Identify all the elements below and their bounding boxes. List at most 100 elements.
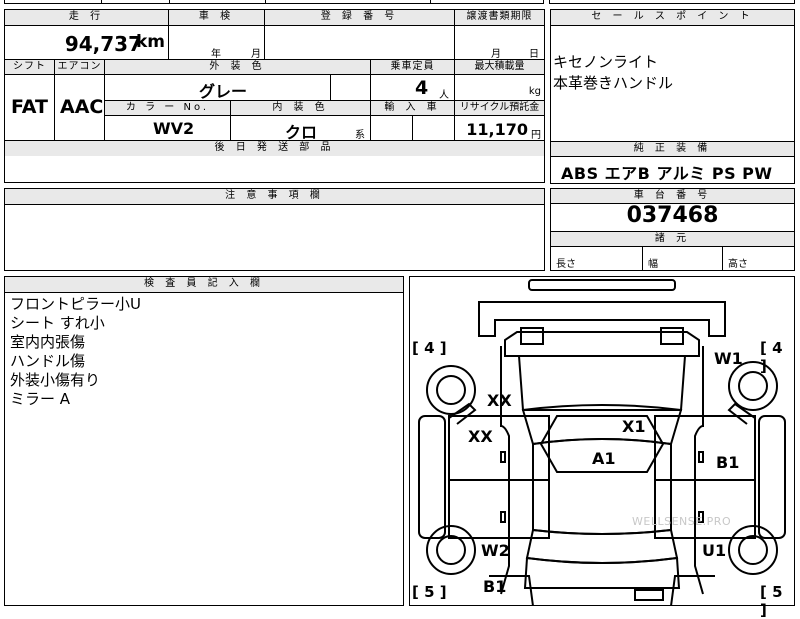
rear-right-tire-shape [728,525,778,575]
trunk-shape [523,556,681,589]
shift-value: FAT [11,96,48,118]
damage-mark-b1-bottom: B1 [483,577,507,596]
color-no-header: カ ラ ー No. [105,101,231,116]
inspector-note: 外装小傷有り [10,371,101,389]
capacity-cell: 4 人 [371,75,455,101]
right-sill-shape [758,415,786,539]
tire-front-right-label: [ 4 ] [760,339,783,375]
car-diagram-box: [ 4 ] [ 4 ] [ 5 ] [ 5 ] XX XX W1 X1 A1 B… [409,276,795,619]
recycle-cell: 11,170 円 [455,116,544,141]
capacity-header: 乗車定員 [371,60,455,75]
mileage-header: 走 行 [5,10,169,26]
capacity-unit: 人 [439,90,449,101]
recycle-unit: 円 [531,130,541,141]
genuine-equipment-header: 純 正 装 備 [551,142,794,157]
chassis-header: 車 台 番 号 [551,189,794,204]
recycle-header: リサイクル預託金 [455,101,544,116]
sales-point-line: 本革巻きハンドル [553,74,674,92]
inspector-note: 室内内張傷 [10,333,86,351]
registration-cell [265,26,455,60]
top-cut-row [4,0,544,4]
ac-header: エアコン [55,60,105,75]
shaken-year-unit: 年 [211,49,221,60]
rear-left-wheel-shape [436,535,466,565]
chassis-box: 車 台 番 号 037468 [550,188,795,232]
damage-mark-xx-upper: XX [487,391,512,410]
shift-cell: FAT [5,75,55,141]
sales-point-box: セ ー ル ス ポ イ ン ト キセノンライト 本革巻きハンドル [550,9,795,142]
mileage-value: 94,737 [64,32,142,56]
left-rear-handle [500,511,506,523]
shaken-header: 車 検 [169,10,265,26]
exterior-value: グレー [199,82,248,101]
sales-point-header: セ ー ル ス ポ イ ン ト [551,10,794,26]
front-left-wheel-shape [436,375,466,405]
interior-value: クロ [285,123,318,142]
rear-lamp-shape [634,589,664,601]
ac-value: AAC [60,96,104,118]
interior-unit: 系 [355,130,365,141]
rear-right-wheel-shape [738,535,768,565]
color-no-value: WV2 [153,119,195,138]
tire-rear-right-label: [ 5 ] [760,583,783,619]
vehicle-info-table: 走 行 車 検 登 録 番 号 譲渡書類期限 94,737 km 年 月 月 日… [4,9,545,157]
inspector-header: 検 査 員 記 入 欄 [5,277,403,293]
import-cell-b [413,116,455,141]
tire-rear-left-label: [ 5 ] [412,583,447,601]
interior-cell: クロ 系 [231,116,371,142]
capacity-value: 4 [415,77,429,99]
left-front-handle [500,451,506,463]
exterior-header: 外 装 色 [105,60,371,75]
front-right-wheel-shape [738,371,768,401]
sales-point-text: キセノンライト 本革巻きハンドル [553,52,673,94]
transfer-month-unit: 月 [491,49,501,60]
left-sill-shape [418,415,446,539]
car-diagram [418,279,786,606]
ac-cell: AAC [55,75,105,141]
damage-mark-xx-lower: XX [468,427,493,446]
recycle-value: 11,170 [466,120,528,139]
transfer-day-unit: 日 [529,49,539,60]
inspector-note: ミラー A [10,390,71,408]
transfer-cell: 月 日 [455,26,544,60]
front-grille-shape [528,279,676,291]
headlight-right-shape [660,327,684,345]
hood-shape [517,355,687,411]
shift-header: シフト [5,60,55,75]
transfer-header: 譲渡書類期限 [455,10,544,26]
later-parts-header: 後 日 発 送 部 品 [5,141,544,156]
height-label: 高さ [728,259,748,270]
length-label: 長さ [556,259,576,270]
registration-header: 登 録 番 号 [265,10,455,26]
shaken-month-unit: 月 [251,49,261,60]
rear-left-tire-shape [426,525,476,575]
width-label: 幅 [648,259,658,270]
damage-mark-u1: U1 [702,541,727,560]
headlight-left-shape [520,327,544,345]
top-cut-right [549,0,795,4]
maxload-unit: kg [528,86,541,97]
chassis-value: 037468 [626,203,719,228]
inspector-box: 検 査 員 記 入 欄 フロントピラー小U シート すれ小 室内内張傷 ハンドル… [4,276,404,606]
caution-box: 注 意 事 項 欄 [4,188,545,271]
inspector-notes: フロントピラー小U シート すれ小 室内内張傷 ハンドル傷 外装小傷有り ミラー… [10,295,141,409]
damage-mark-w2: W2 [481,541,510,560]
genuine-equipment-box: 純 正 装 備 ABS エアB アルミ PS PW [550,142,795,184]
genuine-equipment-value: ABS エアB アルミ PS PW [561,164,773,183]
maxload-header: 最大積載量 [455,60,544,75]
front-left-tire-shape [426,365,476,415]
import-header: 輸 入 車 [371,101,455,116]
tire-front-left-label: [ 4 ] [412,339,447,357]
inspector-note: シート すれ小 [10,314,105,332]
watermark-text: WELLSENSE.PRO [632,515,732,528]
exterior-cell: グレー [105,75,331,101]
damage-mark-a1: A1 [592,449,616,468]
color-no-cell: WV2 [105,116,231,141]
damage-mark-x1: X1 [622,417,646,436]
exterior-extra-cell [331,75,371,101]
inspector-note: フロントピラー小U [10,295,141,313]
damage-mark-w1: W1 [714,349,743,368]
maxload-cell: kg [455,75,544,101]
damage-mark-b1-right: B1 [716,453,740,472]
mileage-unit: km [135,32,165,52]
